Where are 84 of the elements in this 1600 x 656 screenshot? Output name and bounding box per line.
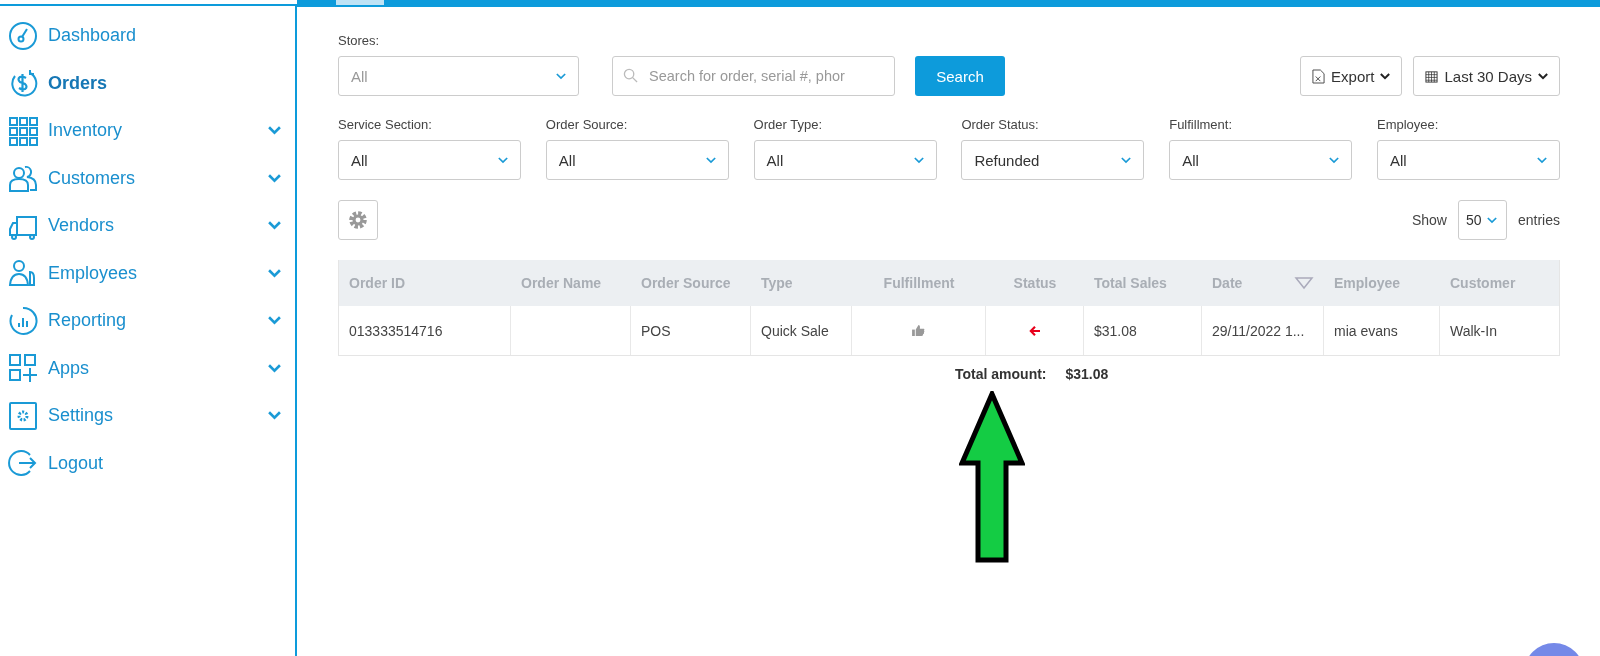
- show-label: Show: [1411, 212, 1447, 228]
- chevron-down-icon: [556, 72, 566, 80]
- thumbs-up-icon: [912, 325, 925, 336]
- sidebar-item[interactable]: Employees: [0, 249, 295, 297]
- date-range-button[interactable]: Last 30 Days: [1413, 56, 1560, 96]
- stores-select[interactable]: All: [338, 56, 579, 96]
- total-label: Total amount:: [955, 366, 1047, 382]
- column-label: Employee: [1334, 275, 1401, 291]
- left-arrow-icon: [1028, 325, 1041, 336]
- filter-label: Fulfillment:: [1169, 117, 1234, 132]
- filter-select[interactable]: All: [1377, 140, 1560, 180]
- people-icon: [8, 163, 38, 194]
- chevron-down-icon: [498, 156, 508, 164]
- chevron-down-icon: [913, 156, 924, 164]
- chevron-down-icon: [268, 126, 281, 136]
- column-label: Order Name: [521, 275, 602, 291]
- gauge-icon: [8, 20, 38, 51]
- apps-icon: [8, 353, 38, 384]
- column-label: Fulfillment: [883, 275, 955, 291]
- filter-select[interactable]: All: [545, 140, 729, 180]
- filter-select[interactable]: All: [338, 140, 521, 180]
- chevron-down-icon: [268, 316, 281, 326]
- chevron-down-icon: [1486, 216, 1497, 224]
- sidebar-item[interactable]: Customers: [0, 154, 295, 202]
- sidebar-item[interactable]: Settings: [0, 392, 295, 440]
- chevron-down-icon: [268, 411, 281, 421]
- sidebar-item[interactable]: Vendors: [0, 202, 295, 250]
- caret-icon: [1538, 72, 1548, 80]
- column-label: Type: [761, 275, 793, 291]
- column-label: Customer: [1450, 275, 1516, 291]
- caret-icon: [1380, 72, 1391, 80]
- table-cell: mia evans: [1334, 322, 1398, 339]
- filter-select[interactable]: Refunded: [961, 140, 1145, 180]
- filter-select[interactable]: All: [753, 140, 937, 180]
- sidebar-item[interactable]: Dashboard: [0, 12, 295, 60]
- settings-button[interactable]: [338, 200, 378, 240]
- export-button[interactable]: Export: [1300, 56, 1403, 96]
- table-cell: Quick Sale: [761, 322, 829, 339]
- page-size-select[interactable]: 50: [1457, 200, 1507, 240]
- sort-icon[interactable]: [1294, 276, 1314, 290]
- table-cell: 013333514716: [349, 322, 443, 339]
- settings-icon: [8, 400, 38, 431]
- grid-icon: [8, 115, 38, 146]
- settings-icon: [347, 209, 369, 231]
- chevron-down-icon: [705, 156, 716, 164]
- spreadsheet-file-icon: [1312, 68, 1326, 84]
- table-cell: POS: [641, 322, 671, 339]
- search-button[interactable]: Search: [915, 56, 1005, 96]
- sidebar-item[interactable]: Logout: [0, 439, 295, 487]
- column-label: Order Source: [641, 275, 731, 291]
- total-value: $31.08: [1065, 366, 1109, 382]
- column-label: Total Sales: [1094, 275, 1167, 291]
- search-field[interactable]: Search for order, serial #, phor: [612, 56, 895, 96]
- chevron-down-icon: [268, 221, 281, 231]
- person-icon: [8, 258, 38, 289]
- chevron-down-icon: [268, 268, 281, 278]
- column-label: Order ID: [349, 275, 405, 291]
- search-icon: [623, 68, 638, 83]
- dollar-cycle-icon: [8, 68, 38, 99]
- filter-label: Employee:: [1377, 117, 1440, 132]
- entries-label: entries: [1517, 212, 1560, 228]
- table-cell: $31.08: [1094, 322, 1137, 339]
- filter-label: Order Status:: [961, 117, 1040, 132]
- chevron-down-icon: [268, 173, 281, 183]
- chevron-down-icon: [1537, 156, 1547, 164]
- chevron-down-icon: [1329, 156, 1340, 164]
- stores-label: Stores:: [338, 33, 381, 48]
- table-cell: Walk-In: [1450, 322, 1497, 339]
- chart-circle-icon: [8, 305, 38, 336]
- sidebar-item[interactable]: Apps: [0, 344, 295, 392]
- filter-label: Order Source:: [545, 117, 629, 132]
- filter-label: Service Section:: [338, 117, 433, 132]
- table-cell: 29/11/2022 1...: [1212, 322, 1305, 339]
- sidebar-item[interactable]: Reporting: [0, 297, 295, 345]
- calendar-icon: [1425, 68, 1439, 84]
- sidebar-item[interactable]: Orders: [0, 59, 295, 107]
- sidebar-item[interactable]: Inventory: [0, 107, 295, 155]
- column-label: Date: [1212, 275, 1243, 291]
- column-label: Status: [1013, 275, 1057, 291]
- filter-select[interactable]: All: [1169, 140, 1353, 180]
- filter-label: Order Type:: [753, 117, 823, 132]
- logout-icon: [8, 448, 38, 479]
- chevron-down-icon: [268, 363, 281, 373]
- chevron-down-icon: [1121, 156, 1132, 164]
